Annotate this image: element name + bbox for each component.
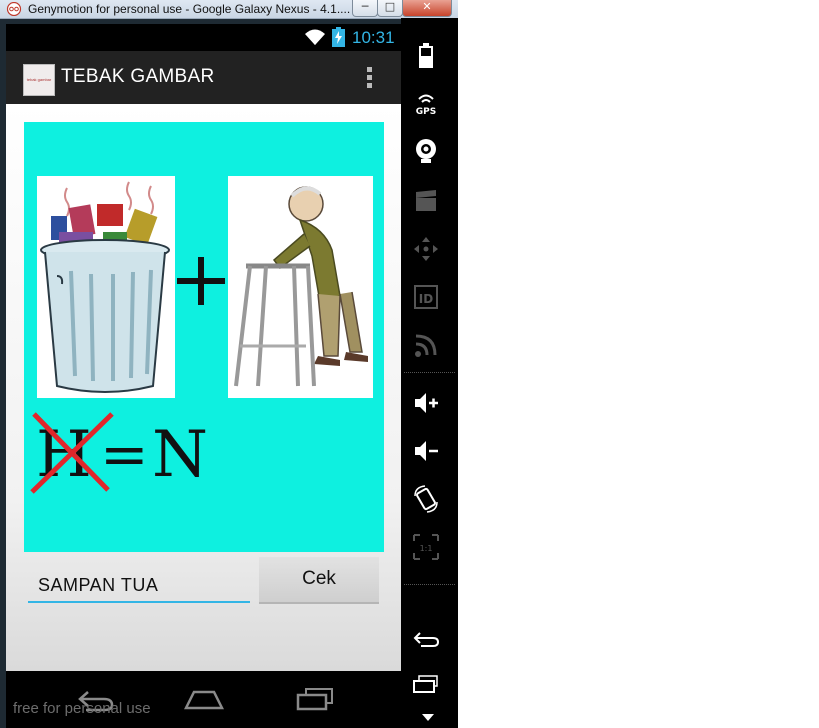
maximize-button[interactable]: □ <box>377 0 403 17</box>
app-icon[interactable]: tebak gambar <box>23 64 55 96</box>
battery-icon[interactable] <box>411 40 441 70</box>
answer-input[interactable]: SAMPAN TUA <box>28 571 250 603</box>
emulator-window: Genymotion for personal use - Google Gal… <box>0 0 458 728</box>
old-man-with-walker-image <box>228 176 373 398</box>
gps-icon[interactable]: GPS <box>411 89 441 119</box>
emulator-side-toolbar: GPS ID 1:1 <box>401 18 458 728</box>
overflow-menu-icon[interactable] <box>362 64 376 92</box>
replacement-letter: N <box>152 418 208 492</box>
svg-text:ID: ID <box>419 292 433 306</box>
watermark: free for personal use <box>13 700 151 717</box>
volume-up-icon[interactable] <box>411 388 441 418</box>
id-icon[interactable]: ID <box>411 282 441 312</box>
check-button[interactable]: Cek <box>259 557 379 604</box>
window-titlebar[interactable]: Genymotion for personal use - Google Gal… <box>0 0 458 19</box>
recent-apps-icon[interactable] <box>296 687 334 711</box>
scale-icon[interactable]: 1:1 <box>411 532 441 562</box>
svg-text:1:1: 1:1 <box>420 544 433 553</box>
toolbar-divider <box>404 584 455 585</box>
side-recent-apps-icon[interactable] <box>411 670 441 700</box>
minimize-button[interactable]: ─ <box>352 0 378 17</box>
svg-text:GPS: GPS <box>416 107 436 117</box>
video-icon[interactable] <box>411 186 441 216</box>
plus-operator <box>177 257 225 305</box>
dpad-icon[interactable] <box>411 234 441 264</box>
wifi-icon <box>305 29 325 45</box>
status-time: 10:31 <box>352 28 395 47</box>
battery-charging-icon <box>332 27 345 47</box>
menu-icon[interactable] <box>421 712 435 722</box>
signal-icon[interactable] <box>411 330 441 360</box>
close-button[interactable]: ✕ <box>402 0 452 17</box>
trash-can-image <box>37 176 175 398</box>
action-bar: tebak gambar TEBAK GAMBAR <box>6 51 401 104</box>
genymotion-logo-icon <box>6 2 22 16</box>
puzzle-image: H = N <box>24 122 384 552</box>
status-bar: 10:31 <box>6 24 401 51</box>
toolbar-divider <box>404 372 455 373</box>
side-back-icon[interactable] <box>411 624 441 654</box>
camera-icon[interactable] <box>411 136 441 166</box>
rotate-icon[interactable] <box>411 484 441 514</box>
home-icon[interactable] <box>184 688 224 710</box>
volume-down-icon[interactable] <box>411 436 441 466</box>
app-title: TEBAK GAMBAR <box>61 66 215 87</box>
window-title: Genymotion for personal use - Google Gal… <box>28 2 350 16</box>
equals-sign: = <box>100 420 149 488</box>
letter-equation: H = N <box>30 412 208 494</box>
answer-value: SAMPAN TUA <box>38 575 159 595</box>
device-screen: 10:31 tebak gambar TEBAK GAMBAR H = N SA… <box>6 24 401 728</box>
main-content: H = N SAMPAN TUA Cek <box>6 104 401 671</box>
